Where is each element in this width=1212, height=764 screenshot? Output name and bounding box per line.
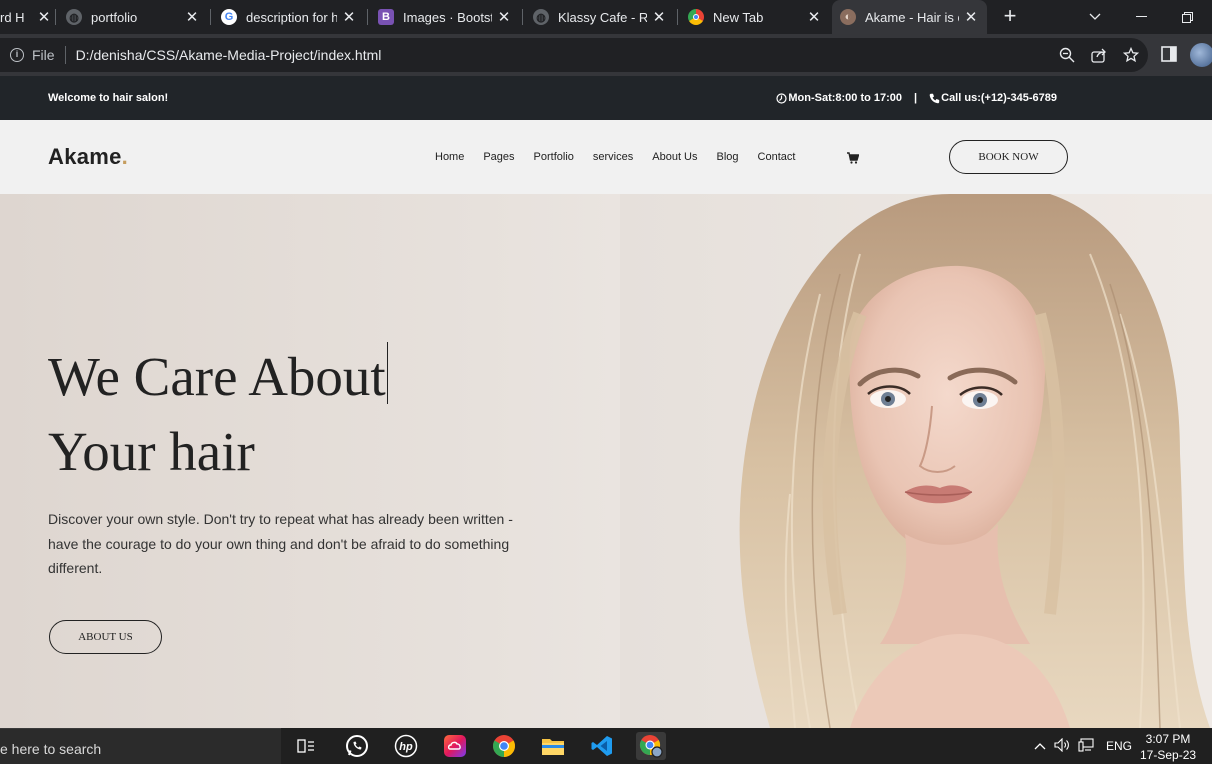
close-icon[interactable]: ✕ — [651, 8, 667, 26]
network-icon[interactable] — [1078, 737, 1094, 755]
side-panel-icon[interactable] — [1161, 46, 1177, 62]
clock-time: 3:07 PM — [1145, 732, 1191, 746]
close-icon[interactable]: ✕ — [963, 8, 979, 26]
show-hidden-icons-chevron-icon[interactable] — [1034, 739, 1046, 753]
hours-text: Mon-Sat:8:00 to 17:00 — [788, 92, 903, 104]
address-bar[interactable]: i File D:/denisha/CSS/Akame-Media-Projec… — [0, 38, 1148, 72]
browser-tab[interactable]: ◍ portfolio ✕ — [58, 0, 208, 34]
tab-title: Klassy Cafe - Rest — [558, 9, 647, 25]
about-us-button[interactable]: ABOUT US — [49, 620, 162, 654]
cart-icon[interactable] — [847, 151, 860, 164]
language-indicator[interactable]: ENG — [1106, 739, 1132, 753]
browser-toolbar: i File D:/denisha/CSS/Akame-Media-Projec… — [0, 34, 1212, 76]
site-topbar: Welcome to hair salon! Mon-Sat:8:00 to 1… — [0, 76, 1212, 120]
browser-tab[interactable]: G description for ha ✕ — [213, 0, 365, 34]
nav-contact[interactable]: Contact — [758, 151, 796, 163]
chrome-profile-taskbar-icon[interactable] — [636, 732, 666, 760]
nav-home[interactable]: Home — [435, 151, 464, 163]
chrome-icon — [688, 9, 704, 25]
minimize-icon[interactable] — [1118, 0, 1164, 34]
hero-title-line2: Your hair — [48, 421, 255, 482]
nav-about-us[interactable]: About Us — [652, 151, 697, 163]
main-nav: Home Pages Portfolio services About Us B… — [435, 151, 814, 163]
tab-search-chevron-icon[interactable] — [1072, 0, 1118, 34]
hero-title: We Care About Your hair — [48, 339, 388, 489]
taskbar-search-box[interactable]: e here to search — [0, 728, 281, 764]
tab-divider — [55, 9, 56, 25]
tab-title: Images · Bootstra — [403, 9, 492, 25]
clock-icon — [776, 92, 787, 104]
hair-icon: ◐ — [840, 9, 856, 25]
info-icon[interactable]: i — [10, 48, 24, 62]
address-divider — [64, 46, 66, 64]
close-icon[interactable]: ✕ — [341, 8, 357, 26]
tab-title: description for ha — [246, 9, 337, 25]
close-icon[interactable]: ✕ — [36, 8, 52, 26]
nav-blog[interactable]: Blog — [717, 151, 739, 163]
page-viewport: Welcome to hair salon! Mon-Sat:8:00 to 1… — [0, 76, 1212, 728]
phone-info: Call us:(+12)-345-6789 — [929, 92, 1057, 104]
text-caret — [386, 342, 388, 404]
tab-divider — [522, 9, 523, 25]
book-now-button[interactable]: BOOK NOW — [949, 140, 1068, 174]
globe-icon: ◍ — [533, 9, 549, 25]
tab-title: rd H — [0, 9, 25, 25]
bootstrap-icon: B — [378, 9, 394, 25]
nav-pages[interactable]: Pages — [483, 151, 514, 163]
close-icon[interactable]: ✕ — [496, 8, 512, 26]
hero-section: We Care About Your hair Discover your ow… — [0, 194, 1212, 728]
address-scheme-label: File — [32, 47, 55, 63]
welcome-text: Welcome to hair salon! — [48, 92, 169, 104]
zoom-icon[interactable] — [1058, 46, 1076, 64]
os-taskbar: e here to search hp ENG 3:07 PM 17-Sep-2… — [0, 728, 1212, 764]
tab-divider — [210, 9, 211, 25]
task-view-icon[interactable] — [291, 732, 321, 760]
brand-name: Akame — [48, 144, 122, 169]
new-tab-plus-icon[interactable]: + — [998, 4, 1022, 28]
tab-divider — [367, 9, 368, 25]
chrome-icon[interactable] — [489, 732, 519, 760]
restore-icon[interactable] — [1164, 0, 1210, 34]
file-explorer-icon[interactable] — [538, 732, 568, 760]
site-navbar: Akame. Home Pages Portfolio services Abo… — [0, 120, 1212, 194]
model-portrait-image — [620, 194, 1212, 728]
globe-icon: ◍ — [66, 9, 82, 25]
nav-services[interactable]: services — [593, 151, 633, 163]
hero-description: Discover your own style. Don't try to re… — [48, 511, 513, 576]
browser-tab[interactable]: B Images · Bootstra ✕ — [370, 0, 520, 34]
browser-tab[interactable]: New Tab ✕ — [680, 0, 830, 34]
brand-dot: . — [121, 144, 129, 169]
phone-text: Call us:(+12)-345-6789 — [941, 92, 1057, 104]
svg-text:hp: hp — [399, 741, 413, 753]
hero-title-line1: We Care About — [48, 346, 386, 407]
bookmark-star-icon[interactable] — [1122, 46, 1140, 64]
profile-avatar[interactable] — [1190, 43, 1212, 67]
browser-tab-strip: rd H ✕ ◍ portfolio ✕ G description for h… — [0, 0, 1212, 34]
brand-logo[interactable]: Akame. — [48, 144, 128, 170]
hp-icon[interactable]: hp — [391, 732, 421, 760]
volume-icon[interactable] — [1054, 737, 1070, 755]
vscode-icon[interactable] — [587, 732, 617, 760]
browser-tab-active[interactable]: ◐ Akame - Hair is o ✕ — [832, 0, 987, 34]
whatsapp-icon[interactable] — [342, 732, 372, 760]
hours-info: Mon-Sat:8:00 to 17:00 — [776, 92, 902, 104]
browser-tab[interactable]: rd H ✕ — [0, 0, 52, 34]
address-url[interactable]: D:/denisha/CSS/Akame-Media-Project/index… — [76, 47, 382, 63]
clock-date: 17-Sep-23 — [1140, 748, 1197, 762]
share-icon[interactable] — [1090, 46, 1108, 64]
tab-title: portfolio — [91, 9, 138, 25]
system-tray: ENG — [1034, 728, 1132, 764]
phone-icon — [929, 93, 940, 103]
close-icon[interactable]: ✕ — [184, 8, 200, 26]
google-icon: G — [221, 9, 237, 25]
close-icon[interactable]: ✕ — [806, 8, 822, 26]
taskbar-clock[interactable]: 3:07 PM 17-Sep-23 — [1140, 731, 1196, 763]
tab-title: New Tab — [713, 9, 764, 25]
creative-cloud-icon[interactable] — [440, 732, 470, 760]
topbar-separator: | — [914, 92, 918, 104]
browser-tab[interactable]: ◍ Klassy Cafe - Rest ✕ — [525, 0, 675, 34]
nav-portfolio[interactable]: Portfolio — [534, 151, 574, 163]
tab-divider — [677, 9, 678, 25]
tab-title: Akame - Hair is o — [865, 9, 959, 25]
